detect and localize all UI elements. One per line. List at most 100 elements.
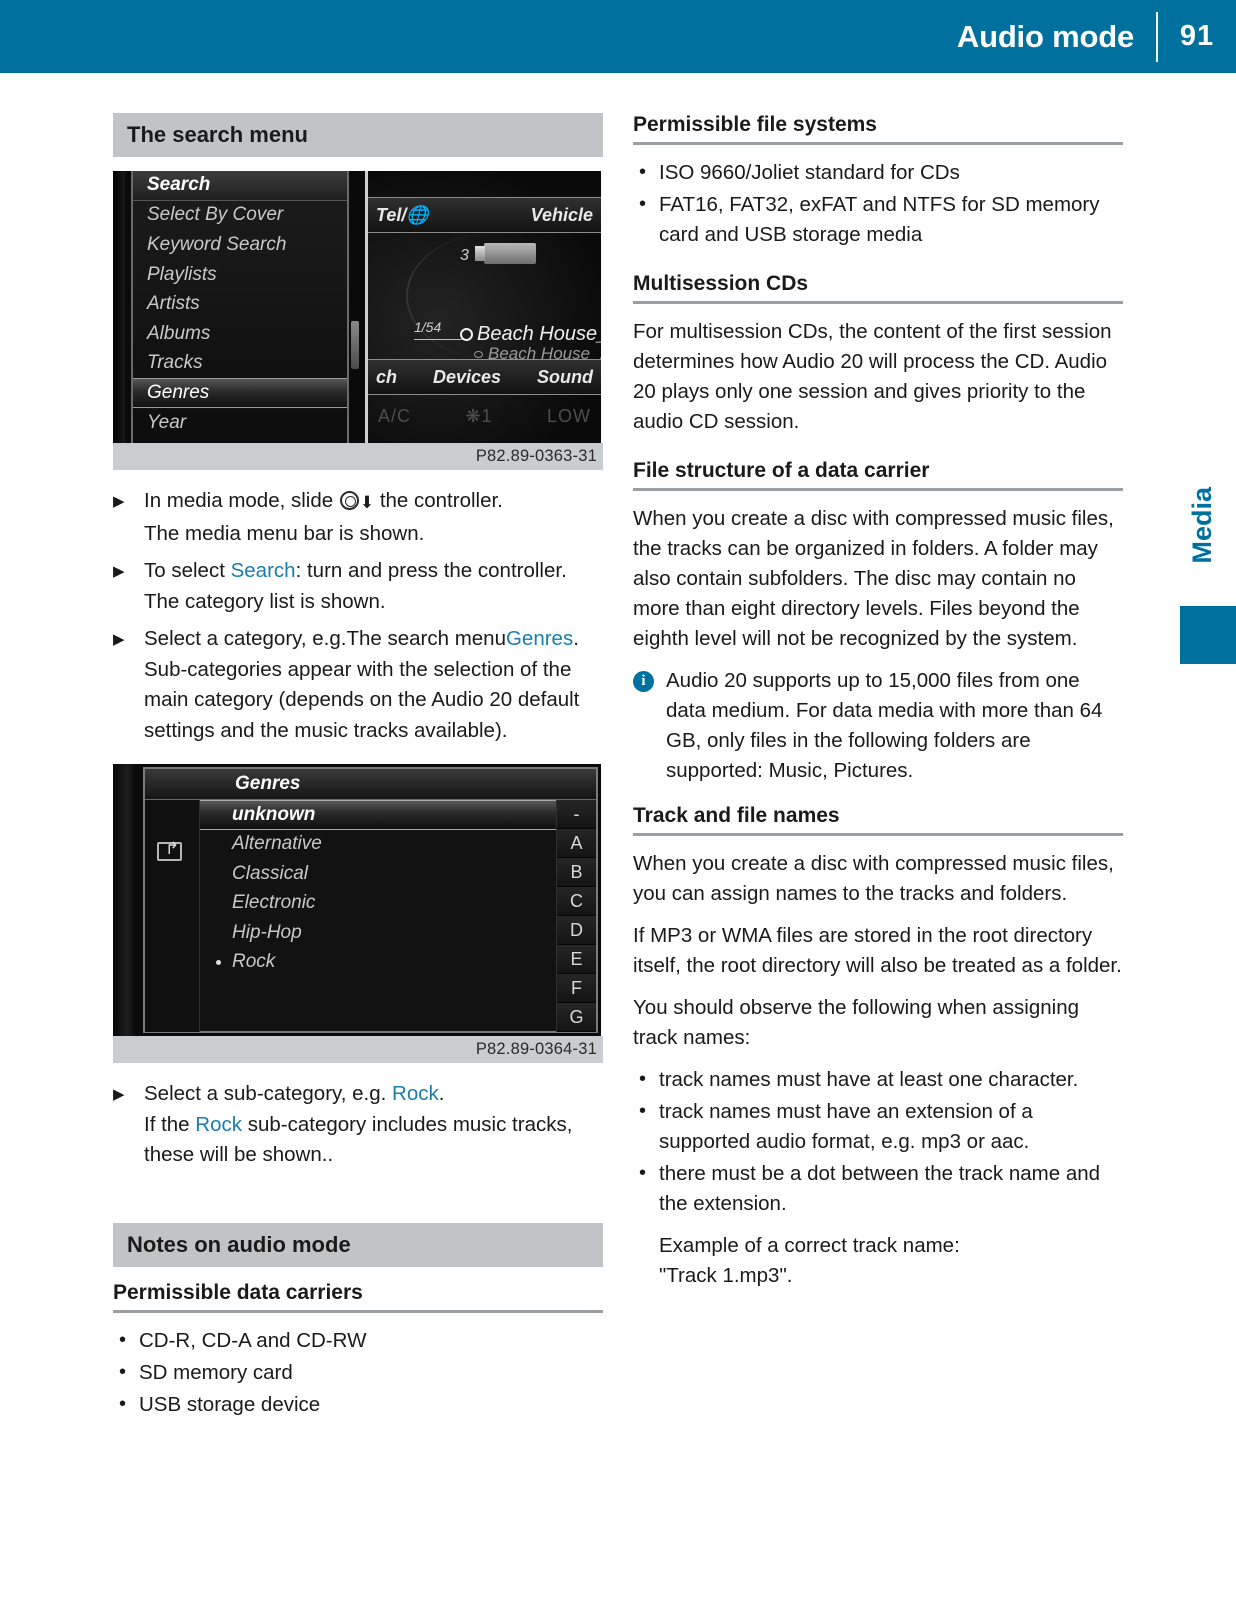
menu-item-select-by-cover[interactable]: Select By Cover	[133, 201, 347, 231]
side-tab-label: Media	[1187, 487, 1217, 564]
right-column: Permissible file systems ISO 9660/Joliet…	[633, 113, 1123, 1303]
bottom-bar-sound-label[interactable]: Sound	[537, 367, 593, 388]
manual-page: Audio mode 91 Media The search menu Sear…	[0, 0, 1236, 1619]
genre-item-rock[interactable]: Rock	[200, 948, 556, 978]
list-item: USB storage device	[113, 1389, 603, 1420]
figure-genres-list: Genres unknown Alternative Classical Ele…	[113, 764, 603, 1063]
subhead-multisession-cds: Multisession CDs	[633, 272, 809, 295]
step-list-subcategory: Select a sub-category, e.g. Rock. If the…	[113, 1079, 603, 1171]
alpha-index-e[interactable]: E	[557, 945, 596, 974]
climate-low-label: LOW	[546, 405, 591, 426]
player-bottom-bar: ch Devices Sound	[368, 359, 601, 395]
step-prefix: Select a category, e.g.The search menu	[144, 627, 506, 650]
subhead-rule	[633, 488, 1123, 491]
alpha-index-c[interactable]: C	[557, 887, 596, 916]
menu-item-playlists[interactable]: Playlists	[133, 260, 347, 290]
result-before: If the	[144, 1112, 190, 1136]
top-bar-vehicle-label[interactable]: Vehicle	[531, 205, 593, 226]
bottom-bar-search-label[interactable]: ch	[376, 367, 397, 388]
section-band-search-menu: The search menu	[113, 113, 603, 157]
genres-panel-title: Genres	[145, 769, 596, 800]
step-select-category: Select a category, e.g.The search menuGe…	[113, 624, 603, 746]
climate-status-bar: A/C ❋1 LOW	[368, 399, 601, 433]
screen-left-edge	[113, 171, 125, 443]
genre-item-unknown[interactable]: unknown	[200, 800, 556, 830]
info-note: i Audio 20 supports up to 15,000 files f…	[633, 666, 1123, 786]
alpha-index-dash[interactable]: -	[557, 800, 596, 829]
subhead-track-and-file-names: Track and file names	[633, 804, 840, 827]
example-track-name-line1: Example of a correct track name:	[659, 1234, 960, 1257]
step-select-search: To select Search: turn and press the con…	[113, 556, 603, 617]
track-title-row: Beach House_...	[460, 323, 601, 346]
menu-scrollbar[interactable]	[351, 321, 359, 369]
top-bar-tel-label[interactable]: Tel/🌐	[376, 205, 429, 226]
menu-item-tracks[interactable]: Tracks	[133, 349, 347, 379]
step-suffix: .	[573, 627, 579, 650]
page-title: Audio mode	[956, 18, 1134, 54]
list-track-name-rules: track names must have at least one chara…	[633, 1064, 1123, 1219]
list-item: there must be a dot between the track na…	[633, 1158, 1123, 1219]
menu-item-year[interactable]: Year	[133, 408, 347, 438]
step-list-search: In media mode, slide ⬇ the controller. T…	[113, 486, 603, 746]
back-arrow-icon[interactable]	[157, 842, 182, 861]
globe-icon: 🌐	[406, 204, 429, 225]
paragraph-tracknames-2: If MP3 or WMA files are stored in the ro…	[633, 924, 1122, 977]
search-menu-header: Search	[133, 171, 347, 201]
bottom-bar-devices-label[interactable]: Devices	[433, 367, 501, 388]
side-tab-marker	[1180, 606, 1236, 664]
menu-item-artists[interactable]: Artists	[133, 289, 347, 319]
genre-item-classical[interactable]: Classical	[200, 859, 556, 889]
controller-icon	[339, 491, 359, 510]
step-media-mode: In media mode, slide ⬇ the controller. T…	[113, 486, 603, 549]
subhead-rule	[633, 833, 1123, 836]
alphabet-index: - A B C D E F G	[556, 800, 596, 1032]
header-divider	[1156, 11, 1158, 62]
page-header: Audio mode 91	[0, 0, 1236, 73]
fan-icon: ❋	[465, 405, 482, 426]
menu-item-albums[interactable]: Albums	[133, 319, 347, 349]
step-text-before: In media mode, slide	[144, 489, 334, 512]
left-column: The search menu Search Select By Cover K…	[113, 113, 603, 1432]
subhead-rule	[633, 301, 1123, 304]
alpha-index-b[interactable]: B	[557, 858, 596, 887]
fan-icon-group: ❋1	[465, 406, 492, 427]
menu-item-keyword-search[interactable]: Keyword Search	[133, 230, 347, 260]
section-band-notes: Notes on audio mode	[113, 1222, 603, 1267]
genre-item-electronic[interactable]: Electronic	[200, 889, 556, 919]
figure-caption-1: P82.89-0363-31	[113, 443, 603, 470]
list-file-systems: ISO 9660/Joliet standard for CDs FAT16, …	[633, 157, 1123, 250]
step-result: Sub-categories appear with the selection…	[144, 657, 580, 742]
subhead-rule	[633, 142, 1123, 145]
subhead-permissible-file-systems: Permissible file systems	[633, 113, 877, 136]
arrow-down-icon: ⬇	[359, 493, 375, 512]
source-number: 3	[460, 247, 469, 264]
genres-item-list: unknown Alternative Classical Electronic…	[200, 800, 556, 1032]
subhead-file-structure: File structure of a data carrier	[633, 459, 930, 482]
paragraph-multisession: For multisession CDs, the content of the…	[633, 320, 1112, 433]
genre-item-hiphop[interactable]: Hip-Hop	[200, 918, 556, 948]
figure-caption-2: P82.89-0364-31	[113, 1036, 603, 1063]
step-highlight-search: Search	[230, 559, 296, 582]
step-highlight-rock: Rock	[392, 1082, 439, 1105]
subhead-rule	[113, 1309, 603, 1313]
step-prefix: To select	[144, 559, 225, 582]
screenshot-search-menu: Search Select By Cover Keyword Search Pl…	[113, 171, 601, 443]
track-bullet-icon	[460, 328, 473, 341]
screen-left-edge	[113, 764, 137, 1036]
alpha-index-a[interactable]: A	[557, 829, 596, 858]
track-title: Beach House_...	[477, 323, 601, 345]
step-suffix: .	[438, 1082, 445, 1105]
usb-icon	[475, 243, 536, 264]
paragraph-tracknames-3: You should observe the following when as…	[633, 996, 1079, 1049]
step-result: The media menu bar is shown.	[144, 521, 425, 545]
list-item: ISO 9660/Joliet standard for CDs	[633, 157, 1123, 188]
genres-panel: Genres unknown Alternative Classical Ele…	[143, 767, 598, 1033]
alpha-index-g[interactable]: G	[557, 1003, 596, 1032]
genre-item-alternative[interactable]: Alternative	[200, 830, 556, 860]
alpha-index-f[interactable]: F	[557, 974, 596, 1003]
genre-item-rock-label: Rock	[232, 951, 276, 973]
fan-level: 1	[481, 405, 493, 426]
alpha-index-d[interactable]: D	[557, 916, 596, 945]
page-number: 91	[1179, 20, 1215, 52]
menu-item-genres[interactable]: Genres	[133, 378, 347, 408]
